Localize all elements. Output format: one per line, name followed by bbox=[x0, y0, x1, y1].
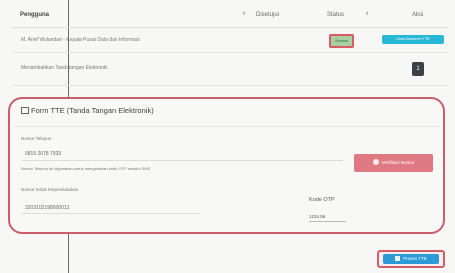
verifikasi-label: Verifikasi Nomor bbox=[381, 160, 415, 165]
row-pengguna: M. Arief Wulandari - Kepala Pusat Data d… bbox=[21, 37, 140, 43]
status-badge: Selesai bbox=[329, 34, 354, 48]
header-status[interactable]: Status bbox=[327, 12, 344, 18]
info-text: Nomor Telepon ini digunakan untuk mengir… bbox=[21, 166, 151, 171]
otp-input[interactable]: 1234 56 bbox=[309, 213, 346, 222]
form-icon bbox=[21, 107, 29, 114]
nomor-telepon-field[interactable]: 0815 2078 7933 bbox=[25, 151, 61, 157]
header-divider bbox=[12, 27, 448, 28]
info-icon bbox=[372, 159, 379, 165]
header-disetujui[interactable]: Disetujui bbox=[256, 12, 279, 18]
row-divider bbox=[12, 85, 448, 86]
save-icon bbox=[395, 256, 401, 261]
header-pengguna: Pengguna bbox=[20, 12, 50, 18]
row-divider bbox=[12, 52, 448, 53]
nomor-telepon-label: Nomor Telepon bbox=[21, 136, 52, 141]
lihat-dokumen-button[interactable]: Lihat Dokumen TTE bbox=[382, 35, 444, 44]
nik-label: Nomor Induk Kependudukan bbox=[21, 187, 79, 192]
phone-field-underline bbox=[21, 160, 343, 161]
verifikasi-button[interactable]: Verifikasi Nomor bbox=[354, 154, 433, 172]
proses-tte-inner[interactable]: Proses TTE bbox=[383, 254, 439, 264]
header-aksi: Aksi bbox=[412, 12, 424, 18]
proses-tte-button[interactable]: Proses TTE bbox=[377, 250, 445, 268]
otp-label: Kode OTP bbox=[309, 197, 335, 203]
form-title-text: Form TTE (Tanda Tangan Elektronik) bbox=[31, 106, 154, 115]
action-button[interactable]: 1 bbox=[412, 62, 424, 76]
sort-icon[interactable]: ⬍ bbox=[365, 11, 369, 17]
proses-tte-label: Proses TTE bbox=[403, 256, 427, 261]
nik-field-underline bbox=[21, 213, 201, 214]
form-divider bbox=[14, 126, 440, 127]
row-pengguna: Menambahkan Tandatangan Elektronik bbox=[21, 65, 108, 71]
form-title: Form TTE (Tanda Tangan Elektronik) bbox=[21, 106, 154, 115]
sort-icon[interactable]: ⬍ bbox=[242, 11, 246, 17]
nik-field[interactable]: 3203102198000012 bbox=[25, 205, 70, 211]
